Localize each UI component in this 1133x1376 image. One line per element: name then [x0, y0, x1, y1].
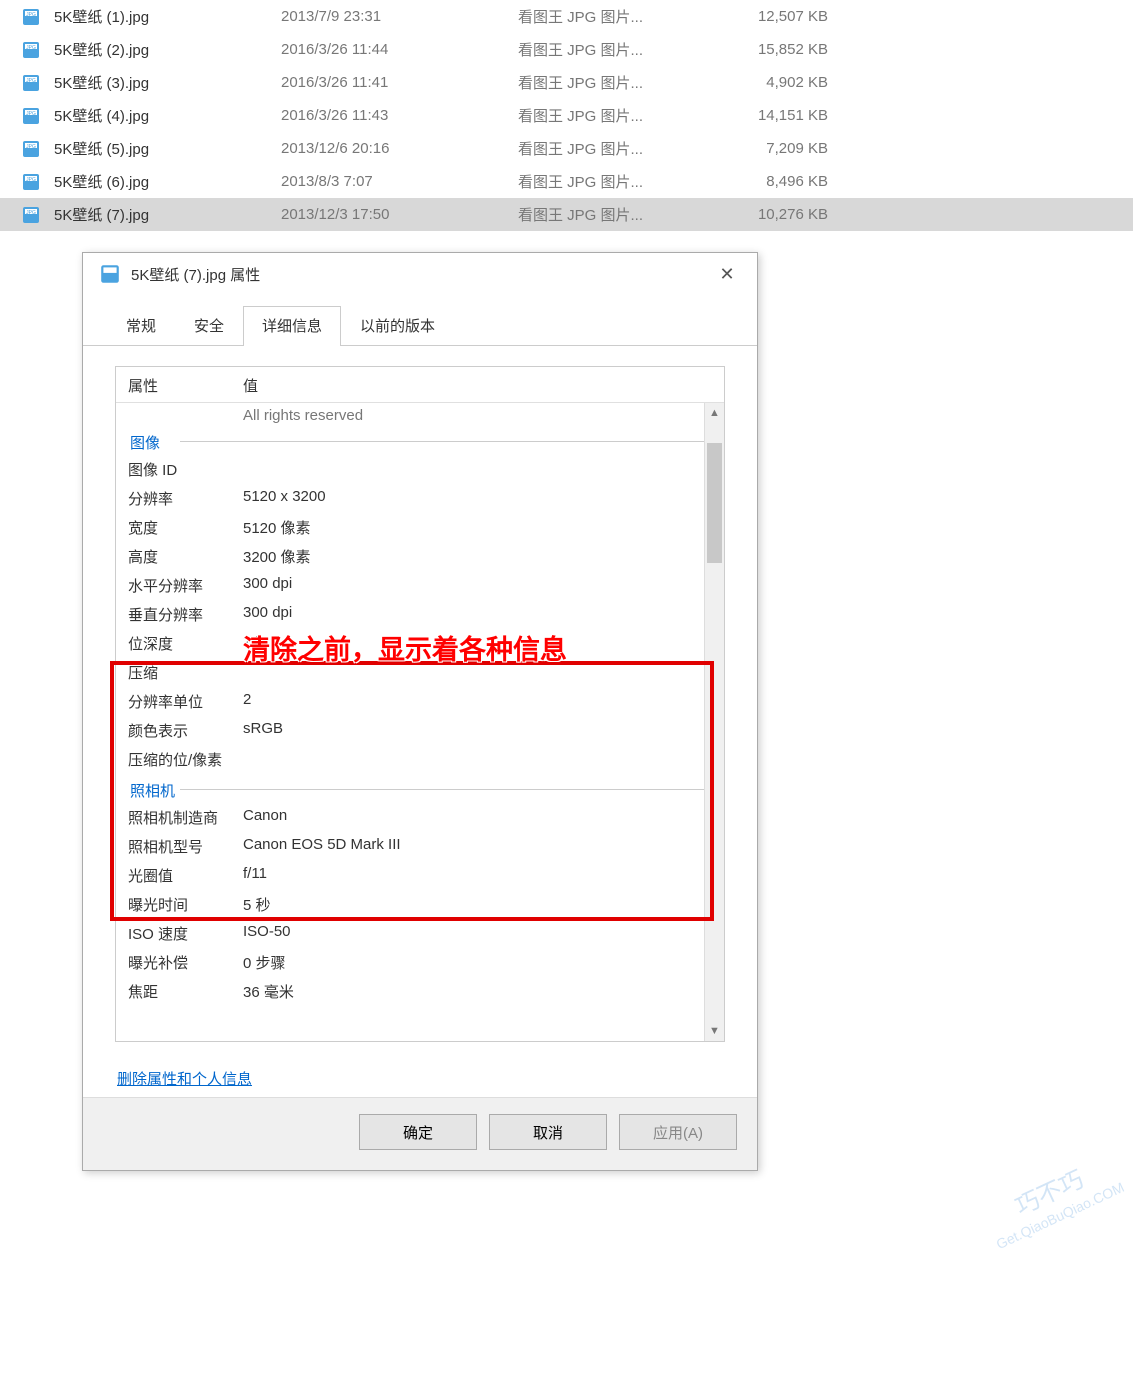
property-content[interactable]: All rights reserved 图像 图像 ID 分辨率5120 x 3… [116, 403, 724, 1041]
table-row[interactable]: 光圈值f/11 [128, 861, 712, 890]
dialog-button-bar: 确定 取消 应用(A) [83, 1097, 757, 1170]
file-name: 5K壁纸 (4).jpg [54, 105, 281, 126]
jpg-icon: JPG [20, 171, 42, 193]
scroll-down-icon[interactable]: ▼ [705, 1021, 724, 1041]
file-row[interactable]: JPG 5K壁纸 (3).jpg 2016/3/26 11:41 看图王 JPG… [0, 66, 1133, 99]
svg-text:JPG: JPG [26, 144, 36, 150]
file-row[interactable]: JPG 5K壁纸 (2).jpg 2016/3/26 11:44 看图王 JPG… [0, 33, 1133, 66]
file-size: 14,151 KB [743, 107, 828, 124]
table-row[interactable]: 高度3200 像素 [128, 542, 712, 571]
jpg-icon [99, 263, 121, 285]
file-type: 看图王 JPG 图片... [518, 72, 743, 93]
table-row[interactable]: 照相机制造商Canon [128, 803, 712, 832]
jpg-icon: JPG [20, 72, 42, 94]
table-row[interactable]: 压缩的位/像素 [128, 745, 712, 774]
file-type: 看图王 JPG 图片... [518, 105, 743, 126]
tab-general[interactable]: 常规 [107, 306, 175, 346]
svg-text:JPG: JPG [26, 78, 36, 84]
jpg-icon: JPG [20, 6, 42, 28]
table-row[interactable]: 垂直分辨率300 dpi [128, 600, 712, 629]
table-row[interactable]: 照相机型号Canon EOS 5D Mark III [128, 832, 712, 861]
section-image: 图像 [128, 426, 712, 455]
svg-text:JPG: JPG [26, 177, 36, 183]
file-size: 8,496 KB [743, 173, 828, 190]
file-list: JPG 5K壁纸 (1).jpg 2013/7/9 23:31 看图王 JPG … [0, 0, 1133, 231]
ok-button[interactable]: 确定 [359, 1114, 477, 1150]
table-row[interactable]: 压缩 [128, 658, 712, 687]
section-camera: 照相机 [128, 774, 712, 803]
jpg-icon: JPG [20, 204, 42, 226]
file-name: 5K壁纸 (6).jpg [54, 171, 281, 192]
file-row[interactable]: JPG 5K壁纸 (1).jpg 2013/7/9 23:31 看图王 JPG … [0, 0, 1133, 33]
tab-previous[interactable]: 以前的版本 [341, 306, 454, 346]
table-row[interactable]: 分辨率5120 x 3200 [128, 484, 712, 513]
file-type: 看图王 JPG 图片... [518, 171, 743, 192]
file-name: 5K壁纸 (1).jpg [54, 6, 281, 27]
property-list: 属性 值 All rights reserved 图像 图像 ID 分辨率512… [115, 366, 725, 1042]
table-row[interactable]: 位深度24 [128, 629, 712, 658]
file-date: 2016/3/26 11:41 [281, 74, 518, 91]
file-date: 2013/12/6 20:16 [281, 140, 518, 157]
table-row[interactable]: 曝光补偿0 步骤 [128, 948, 712, 977]
file-date: 2013/8/3 7:07 [281, 173, 518, 190]
jpg-icon: JPG [20, 138, 42, 160]
file-row[interactable]: JPG 5K壁纸 (5).jpg 2013/12/6 20:16 看图王 JPG… [0, 132, 1133, 165]
file-size: 10,276 KB [743, 206, 828, 223]
file-type: 看图王 JPG 图片... [518, 6, 743, 27]
jpg-icon: JPG [20, 105, 42, 127]
tab-security[interactable]: 安全 [175, 306, 243, 346]
close-icon[interactable]: ✕ [713, 264, 741, 285]
file-name: 5K壁纸 (2).jpg [54, 39, 281, 60]
svg-text:JPG: JPG [26, 12, 36, 18]
remove-properties-link[interactable]: 删除属性和个人信息 [83, 1054, 252, 1097]
property-header: 属性 值 [116, 367, 724, 403]
file-date: 2016/3/26 11:43 [281, 107, 518, 124]
dialog-titlebar[interactable]: 5K壁纸 (7).jpg 属性 ✕ [83, 253, 757, 293]
file-type: 看图王 JPG 图片... [518, 204, 743, 225]
header-value: 值 [243, 375, 258, 396]
scroll-up-icon[interactable]: ▲ [705, 403, 724, 423]
file-size: 7,209 KB [743, 140, 828, 157]
table-row[interactable]: 颜色表示sRGB [128, 716, 712, 745]
scrollbar-thumb[interactable] [707, 443, 722, 563]
jpg-icon: JPG [20, 39, 42, 61]
file-size: 4,902 KB [743, 74, 828, 91]
file-date: 2013/7/9 23:31 [281, 8, 518, 25]
tab-details[interactable]: 详细信息 [243, 306, 341, 346]
scrollbar[interactable]: ▲ ▼ [704, 403, 724, 1041]
file-size: 15,852 KB [743, 41, 828, 58]
properties-dialog: 5K壁纸 (7).jpg 属性 ✕ 常规 安全 详细信息 以前的版本 属性 值 … [82, 252, 758, 1171]
dialog-title-text: 5K壁纸 (7).jpg 属性 [131, 264, 713, 285]
svg-text:JPG: JPG [26, 210, 36, 216]
table-row[interactable]: 焦距36 毫米 [128, 977, 712, 1006]
dialog-body: 属性 值 All rights reserved 图像 图像 ID 分辨率512… [83, 346, 757, 1054]
file-row[interactable]: JPG 5K壁纸 (7).jpg 2013/12/3 17:50 看图王 JPG… [0, 198, 1133, 231]
table-row[interactable]: 分辨率单位2 [128, 687, 712, 716]
file-date: 2016/3/26 11:44 [281, 41, 518, 58]
file-name: 5K壁纸 (5).jpg [54, 138, 281, 159]
file-name: 5K壁纸 (7).jpg [54, 204, 281, 225]
file-type: 看图王 JPG 图片... [518, 138, 743, 159]
svg-text:JPG: JPG [26, 111, 36, 117]
file-size: 12,507 KB [743, 8, 828, 25]
cancel-button[interactable]: 取消 [489, 1114, 607, 1150]
watermark: 巧不巧 Get.QiaoBuQiao.COM [980, 1150, 1127, 1254]
table-row[interactable]: 宽度5120 像素 [128, 513, 712, 542]
file-date: 2013/12/3 17:50 [281, 206, 518, 223]
file-row[interactable]: JPG 5K壁纸 (4).jpg 2016/3/26 11:43 看图王 JPG… [0, 99, 1133, 132]
table-row[interactable]: 曝光时间5 秒 [128, 890, 712, 919]
header-property: 属性 [128, 375, 243, 396]
apply-button[interactable]: 应用(A) [619, 1114, 737, 1150]
svg-text:JPG: JPG [26, 45, 36, 51]
truncated-row: All rights reserved [128, 405, 712, 426]
table-row[interactable]: 图像 ID [128, 455, 712, 484]
file-row[interactable]: JPG 5K壁纸 (6).jpg 2013/8/3 7:07 看图王 JPG 图… [0, 165, 1133, 198]
table-row[interactable]: ISO 速度ISO-50 [128, 919, 712, 948]
file-type: 看图王 JPG 图片... [518, 39, 743, 60]
file-name: 5K壁纸 (3).jpg [54, 72, 281, 93]
tab-bar: 常规 安全 详细信息 以前的版本 [83, 305, 757, 346]
table-row[interactable]: 水平分辨率300 dpi [128, 571, 712, 600]
